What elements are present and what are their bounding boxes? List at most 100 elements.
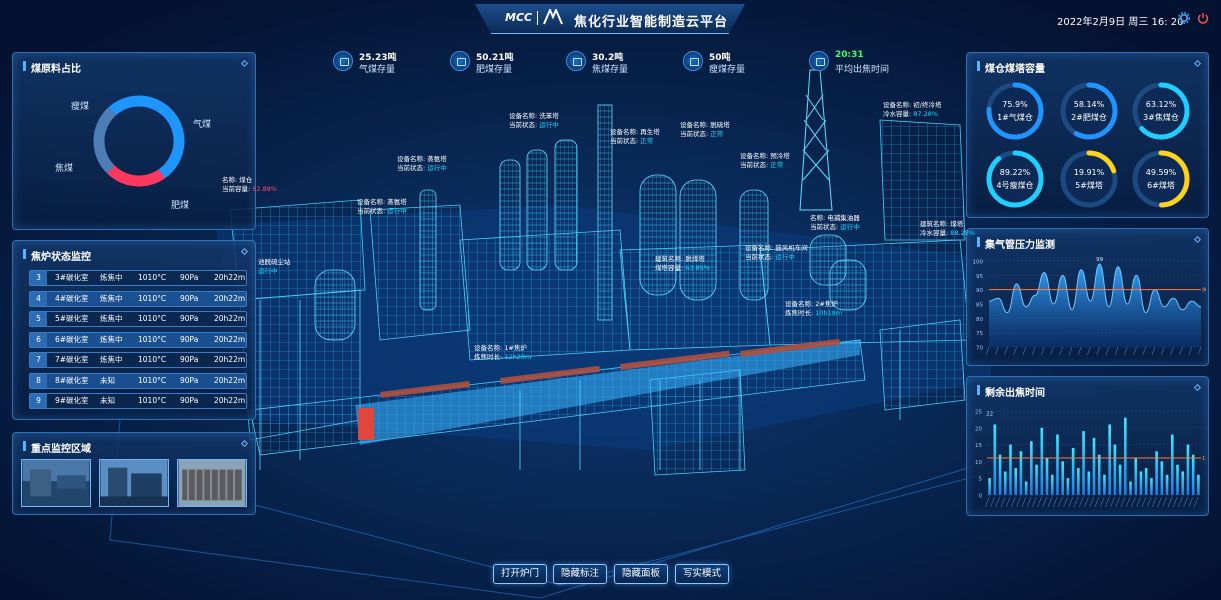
bar[interactable] xyxy=(1056,434,1059,495)
bar[interactable] xyxy=(1160,461,1164,495)
bar[interactable] xyxy=(1024,481,1028,495)
building-tag[interactable]: 建筑名称: 脱煤塔 煤塔容量: 63.85% xyxy=(655,255,710,273)
bar[interactable] xyxy=(1176,464,1179,495)
x-tick xyxy=(1193,496,1199,508)
bar[interactable] xyxy=(1009,444,1012,495)
tag-name: 名称: 煤仓 xyxy=(222,176,253,184)
company-logo: MCC xyxy=(505,11,533,24)
bar[interactable] xyxy=(1144,468,1148,495)
monitor-camera-3[interactable] xyxy=(177,459,247,507)
gauge-name: 1#气煤仓 xyxy=(997,113,1033,122)
bar[interactable] xyxy=(1050,474,1054,495)
cell-time: 20h22m xyxy=(214,334,246,344)
panel-title: 剩余出焦时间 xyxy=(977,384,1045,399)
silo-gauge[interactable] xyxy=(984,80,1046,142)
bar[interactable] xyxy=(1197,474,1200,495)
coal-ratio-donut[interactable] xyxy=(89,91,189,191)
tag-value: 运行中 xyxy=(775,253,795,261)
tag-name: 设备名称: 1#焦炉 xyxy=(474,344,527,352)
bar[interactable] xyxy=(1165,474,1169,495)
bar[interactable] xyxy=(1071,447,1075,495)
x-tick xyxy=(1005,496,1011,508)
bar[interactable] xyxy=(1124,417,1127,495)
x-tick xyxy=(1058,496,1063,508)
bar[interactable] xyxy=(1003,471,1007,495)
bar[interactable] xyxy=(993,424,997,495)
table-row[interactable]: 8 8#碳化室 未知 1010°C 90Pa 20h22m xyxy=(29,372,247,389)
building-tag[interactable]: 建筑名称: 煤塔 冷水容量: 88.28% xyxy=(920,220,975,238)
cell-state: 炼焦中 xyxy=(100,293,123,303)
bar[interactable] xyxy=(1108,424,1111,495)
bar[interactable] xyxy=(1035,464,1038,495)
silo-gauge[interactable] xyxy=(1058,148,1120,210)
building-tag[interactable]: 设备名称: 预冷塔 当前状态: 正常 xyxy=(740,152,790,170)
table-row[interactable]: 7 7#碳化室 炼焦中 1010°C 90Pa 20h22m xyxy=(29,352,247,368)
bar[interactable] xyxy=(1066,478,1070,495)
tag-value: 正常 xyxy=(710,130,724,138)
bar[interactable] xyxy=(1030,441,1033,495)
building-tag[interactable]: 设备名称: 2#焦炉 炼焦时长: 10h18m xyxy=(785,300,842,318)
bar[interactable] xyxy=(1113,444,1117,495)
monitor-camera-1[interactable] xyxy=(21,459,91,507)
table-row[interactable]: 5 5#碳化室 炼焦中 1010°C 90Pa 20h22m xyxy=(29,311,247,327)
realistic-mode-button[interactable]: 写实模式 xyxy=(675,564,729,584)
table-row[interactable]: 6 6#碳化室 炼焦中 1010°C 90Pa 20h22m xyxy=(29,331,247,348)
x-tick xyxy=(995,496,1000,508)
hide-labels-button[interactable]: 隐藏标注 xyxy=(553,564,607,584)
bar[interactable] xyxy=(988,478,991,495)
bar[interactable] xyxy=(998,454,1002,495)
monitor-camera-2[interactable] xyxy=(99,459,169,507)
bar[interactable] xyxy=(1082,431,1085,495)
bar[interactable] xyxy=(1134,458,1138,495)
silo-gauge[interactable] xyxy=(984,148,1046,210)
bar[interactable] xyxy=(1097,454,1101,495)
bar[interactable] xyxy=(1150,478,1153,495)
bar[interactable] xyxy=(1061,461,1064,495)
pressure-area-chart[interactable]: 100 95 90 85 80 75 70 90 99 xyxy=(971,251,1206,363)
bar[interactable] xyxy=(1139,471,1143,495)
table-row[interactable]: 9 9#碳化室 未知 1010°C 90Pa 20h22m xyxy=(29,393,247,409)
building-tag[interactable]: 设备名称: 蒸氨塔 当前状态: 运行中 xyxy=(397,155,447,173)
bar[interactable] xyxy=(1014,468,1018,495)
building-tag[interactable]: 名称: 煤仓 当前容量: 52.88% xyxy=(222,176,277,194)
building-tag[interactable]: 设备名称: 1#焦炉 炼焦时长: 12h28m xyxy=(474,344,531,362)
bar[interactable] xyxy=(1129,481,1132,495)
silo-gauge[interactable] xyxy=(1130,148,1192,210)
silo-gauge[interactable] xyxy=(1130,80,1192,142)
bar[interactable] xyxy=(1092,437,1096,495)
bar[interactable] xyxy=(1170,434,1174,495)
tag-value: 运行中 xyxy=(840,223,860,231)
bar[interactable] xyxy=(1045,458,1049,495)
bar[interactable] xyxy=(1087,471,1091,495)
building-tag[interactable]: 设备名称: 脱硫塔 当前状态: 正常 xyxy=(680,121,730,139)
power-icon[interactable] xyxy=(1197,12,1209,24)
building-tag[interactable]: 池脱硫尘站 运行中 xyxy=(258,258,291,276)
bar[interactable] xyxy=(1186,444,1190,495)
bar[interactable] xyxy=(1181,471,1185,495)
table-row[interactable]: 4 4#碳化室 炼焦中 1010°C 90Pa 20h22m xyxy=(29,290,247,307)
table-row[interactable]: 3 3#碳化室 炼焦中 1010°C 90Pa 20h22m xyxy=(29,270,247,286)
tag-value: 运行中 xyxy=(539,121,559,129)
building-tag[interactable]: 名称: 电捕集油器 当前状态: 运行中 xyxy=(810,214,860,232)
building-tag[interactable]: 设备名称: 再生塔 当前状态: 正常 xyxy=(610,128,660,146)
building-tag[interactable]: 设备名称: 洗苯塔 当前状态: 运行中 xyxy=(509,112,559,130)
hide-panels-button[interactable]: 隐藏面板 xyxy=(614,564,668,584)
building-tag[interactable]: 设备名称: 蒸氨塔 当前状态: 运行中 xyxy=(357,198,407,216)
bar[interactable] xyxy=(1191,454,1195,495)
open-oven-door-button[interactable]: 打开炉门 xyxy=(493,564,547,584)
cell-time: 20h22m xyxy=(214,396,246,405)
bar[interactable] xyxy=(1040,427,1044,495)
silo-gauge[interactable] xyxy=(1058,80,1120,142)
tag-key: 当前状态: xyxy=(745,253,776,261)
bar[interactable] xyxy=(1077,468,1080,495)
tag-name: 设备名称: 鼓风机车间 xyxy=(745,244,808,252)
gear-icon[interactable] xyxy=(1178,12,1190,24)
bar[interactable] xyxy=(1118,464,1122,495)
building-tag[interactable]: 设备名称: 鼓风机车间 当前状态: 运行中 xyxy=(745,244,808,262)
gauge-percent: 49.59% xyxy=(1145,168,1177,177)
bar[interactable] xyxy=(1103,474,1106,495)
building-tag[interactable]: 设备名称: 初/终冷塔 冷水容量: 87.28% xyxy=(883,101,941,119)
remaining-time-bar-chart[interactable]: 25 20 15 10 5 0 11 22 xyxy=(971,399,1206,513)
panel-title: 重点监控区域 xyxy=(23,440,91,455)
gauge-name: 6#煤塔 xyxy=(1147,181,1175,190)
